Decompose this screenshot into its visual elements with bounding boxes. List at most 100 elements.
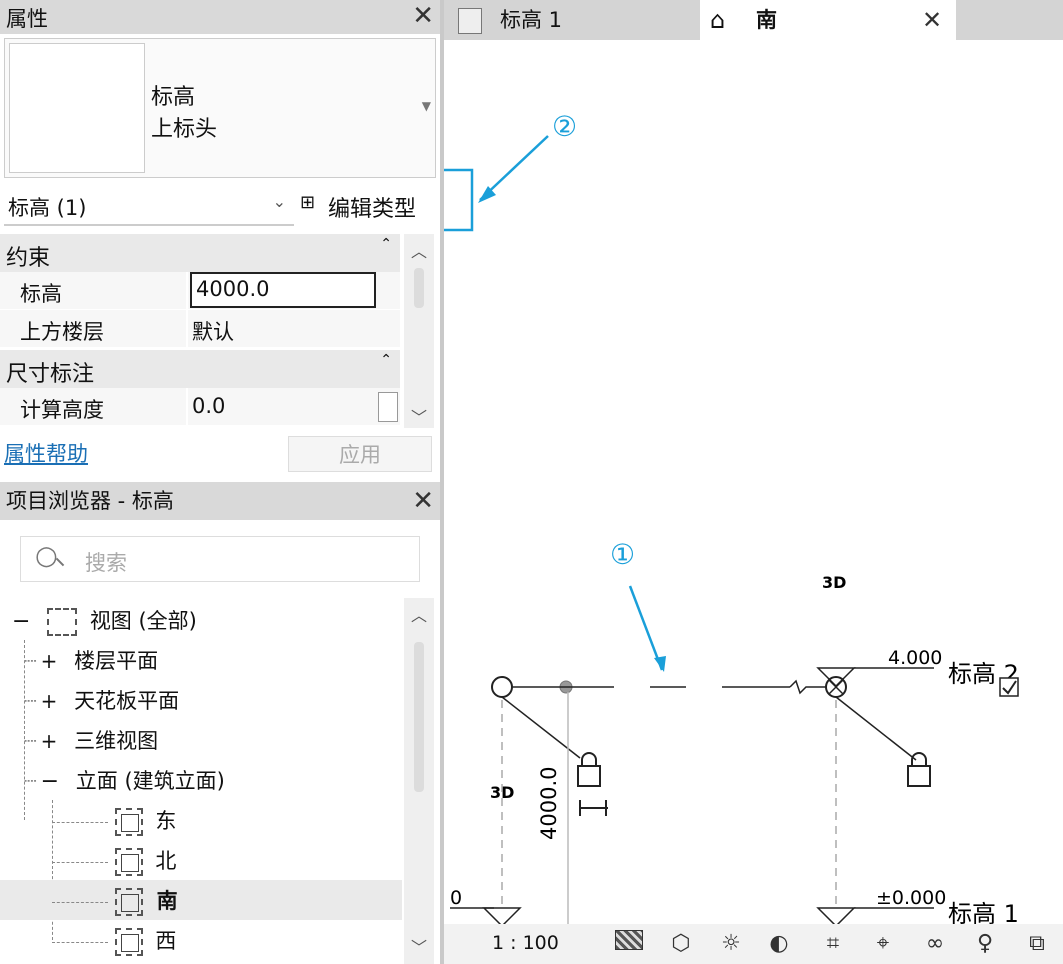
scroll-down-icon[interactable]: ﹀ <box>411 404 427 428</box>
crop-view-icon[interactable]: ⌗ <box>816 928 850 960</box>
properties-title: 属性 <box>6 7 48 31</box>
instance-filter[interactable]: 标高 (1) ⌄ <box>4 186 294 226</box>
level-1-elevation[interactable]: ±0.000 <box>876 887 946 909</box>
tree-root-label: 视图 (全部) <box>89 609 197 633</box>
apply-button[interactable]: 应用 <box>288 436 432 472</box>
collapse-icon[interactable]: − <box>12 609 30 634</box>
edit-type-button[interactable]: ⊞ 编辑类型 <box>300 186 450 226</box>
views-icon <box>47 608 78 636</box>
tree-item-ceiling-plans[interactable]: ┈ + 天花板平面 <box>24 682 179 720</box>
tree-item-label: 北 <box>155 849 177 873</box>
scroll-up-icon[interactable]: ︿ <box>411 238 427 262</box>
instance-filter-label: 标高 (1) <box>8 196 87 220</box>
temporary-hide-icon[interactable]: ∞ <box>918 928 952 960</box>
tree-item-west[interactable]: 西 <box>52 922 176 960</box>
callout-1-arrowhead <box>654 656 666 672</box>
callout-1: ① <box>610 538 635 571</box>
section-constraints-label: 约束 <box>6 246 51 271</box>
expand-icon[interactable]: + <box>41 689 58 713</box>
prop-row-upper-floor: 上方楼层 默认 <box>0 310 400 348</box>
scroll-up-icon[interactable]: ︿ <box>411 602 427 626</box>
tree-item-label: 三维视图 <box>74 729 159 753</box>
level-1-name[interactable]: 标高 1 <box>948 900 1019 924</box>
callout-1-arrow <box>628 585 664 671</box>
close-icon[interactable]: ✕ <box>412 1 434 31</box>
elevation-view-icon <box>114 848 143 876</box>
temporary-view-properties-icon[interactable]: ⧉ <box>1020 928 1054 960</box>
level-2-head-left[interactable] <box>491 676 513 698</box>
close-icon[interactable]: ✕ <box>412 486 434 516</box>
dimension-lock-icon[interactable] <box>579 800 608 816</box>
reveal-hidden-icon[interactable]: ♀ <box>968 928 1002 960</box>
shadows-icon[interactable]: ◐ <box>762 928 796 960</box>
section-dimensions[interactable]: 尺寸标注 ⌃ <box>0 350 400 388</box>
show-crop-region-icon[interactable]: ⌖ <box>866 928 900 960</box>
search-icon: ○ <box>35 541 58 571</box>
section-constraints[interactable]: 约束 ⌃ <box>0 234 400 272</box>
type-selector[interactable]: 标高 上标头 ▼ <box>4 38 436 178</box>
project-browser-title: 项目浏览器 - 标高 <box>6 489 174 513</box>
properties-scrollbar[interactable]: ︿ ﹀ <box>404 234 434 428</box>
prop-key: 标高 <box>20 282 62 306</box>
sun-path-icon[interactable]: ☼ <box>714 928 748 960</box>
prop-key: 上方楼层 <box>20 320 104 344</box>
type-dropdown-icon[interactable]: ▼ <box>422 99 431 113</box>
computed-height-value[interactable]: 0.0 <box>192 394 225 418</box>
scale-selector[interactable]: 1 : 100 <box>492 932 559 954</box>
chevron-down-icon[interactable]: ⌄ <box>273 192 286 211</box>
elevation-canvas[interactable]: ② ① 3D 3D 4.000 标高 2 4000.0 0 ±0.000 标高 … <box>444 40 1063 924</box>
visual-style-icon[interactable]: ⬡ <box>664 928 698 960</box>
plan-view-icon <box>458 8 482 34</box>
type-name-label: 上标头 <box>151 117 218 142</box>
properties-help-link[interactable]: 属性帮助 <box>4 438 88 468</box>
tree-item-3d-views[interactable]: ┈ + 三维视图 <box>24 722 158 760</box>
lock-icon[interactable] <box>907 752 931 787</box>
search-input[interactable]: ○ 搜索 <box>20 536 420 582</box>
collapse-icon[interactable]: ⌃ <box>380 352 392 368</box>
tree-item-north[interactable]: 北 <box>52 842 176 880</box>
project-browser-header: 项目浏览器 - 标高 ✕ <box>0 482 440 520</box>
collapse-icon[interactable]: ⌃ <box>380 236 392 252</box>
tree-item-east[interactable]: 东 <box>52 802 176 840</box>
dimension-value[interactable]: 4000.0 <box>537 767 561 840</box>
tree-item-south[interactable]: 南 <box>52 882 178 920</box>
edit-type-icon: ⊞ <box>300 192 316 213</box>
close-icon[interactable]: ✕ <box>922 0 942 40</box>
elevation-view-icon <box>114 808 143 836</box>
prop-row-computed-height: 计算高度 0.0 <box>0 388 400 426</box>
tab-label: 南 <box>756 8 777 32</box>
lock-icon[interactable] <box>577 752 601 787</box>
section-dimensions-label: 尺寸标注 <box>6 362 95 387</box>
tree-item-floor-plans[interactable]: ┈ + 楼层平面 <box>24 642 158 680</box>
tab-south[interactable]: ⌂ 南 ✕ <box>700 0 956 40</box>
tree-item-label: 西 <box>155 929 177 953</box>
value-button[interactable] <box>378 392 398 422</box>
elbow-break[interactable] <box>789 679 826 695</box>
scroll-thumb[interactable] <box>414 642 424 792</box>
collapse-icon[interactable]: − <box>41 769 59 794</box>
level-1-marker-left <box>482 907 522 924</box>
detail-level-icon[interactable] <box>612 928 646 960</box>
scroll-down-icon[interactable]: ﹀ <box>411 934 427 958</box>
view-control-bar: 1 : 100 ⬡ ☼ ◐ ⌗ ⌖ ∞ ♀ ⧉ <box>444 924 1063 964</box>
home-icon: ⌂ <box>710 6 726 34</box>
tab-label: 标高 1 <box>500 8 563 32</box>
tab-level-1[interactable]: 标高 1 <box>448 0 700 40</box>
prop-row-level: 标高 4000.0 <box>0 272 400 310</box>
edit-type-label: 编辑类型 <box>328 197 417 222</box>
search-placeholder: 搜索 <box>85 551 127 575</box>
level-2-elevation[interactable]: 4.000 <box>888 647 942 669</box>
expand-icon[interactable]: + <box>41 649 58 673</box>
browser-scrollbar[interactable]: ︿ ﹀ <box>404 598 434 964</box>
level-value-input[interactable]: 4000.0 <box>190 272 376 308</box>
level-value-text: 4000.0 <box>196 277 270 301</box>
view-tabs: 标高 1 ⌂ 南 ✕ <box>444 0 1063 40</box>
tree-root[interactable]: − 视图 (全部) <box>12 602 197 640</box>
3d-label-top[interactable]: 3D <box>822 573 846 592</box>
upper-floor-value[interactable]: 默认 <box>192 316 234 346</box>
elevation-view-icon <box>115 888 144 916</box>
expand-icon[interactable]: + <box>41 729 58 753</box>
tree-item-label: 东 <box>155 809 177 833</box>
scroll-thumb[interactable] <box>414 268 424 308</box>
tree-item-elevations[interactable]: ┈ − 立面 (建筑立面) <box>24 762 225 800</box>
